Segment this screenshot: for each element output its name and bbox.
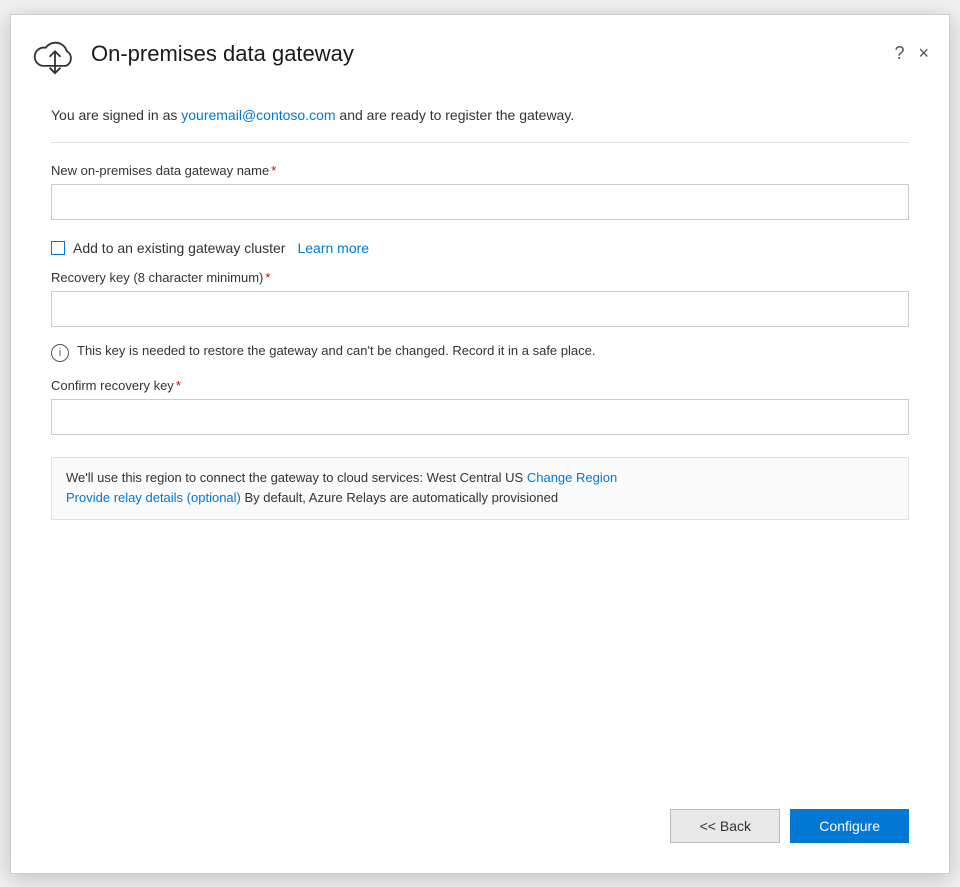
gateway-name-label: New on-premises data gateway name* — [51, 163, 909, 178]
title-actions: ? × — [894, 43, 929, 64]
provide-relay-link[interactable]: Provide relay details (optional) — [66, 490, 241, 505]
close-button[interactable]: × — [918, 43, 929, 64]
gateway-name-group: New on-premises data gateway name* — [51, 163, 909, 220]
region-box: We'll use this region to connect the gat… — [51, 457, 909, 521]
relay-suffix: By default, Azure Relays are automatical… — [241, 490, 558, 505]
change-region-link[interactable]: Change Region — [527, 470, 617, 485]
learn-more-link[interactable]: Learn more — [297, 240, 369, 256]
title-bar: On-premises data gateway ? × — [11, 15, 949, 85]
checkbox-row: Add to an existing gateway cluster Learn… — [51, 240, 909, 256]
content: You are signed in as youremail@contoso.c… — [11, 85, 949, 789]
recovery-key-input[interactable] — [51, 291, 909, 327]
confirm-key-label: Confirm recovery key* — [51, 378, 909, 393]
recovery-key-label: Recovery key (8 character minimum)* — [51, 270, 909, 285]
region-text: We'll use this region to connect the gat… — [66, 470, 527, 485]
signed-in-text: You are signed in as youremail@contoso.c… — [51, 105, 909, 126]
info-text: This key is needed to restore the gatewa… — [77, 343, 595, 358]
confirm-key-input[interactable] — [51, 399, 909, 435]
signed-in-suffix: and are ready to register the gateway. — [336, 107, 575, 123]
configure-button[interactable]: Configure — [790, 809, 909, 843]
back-button[interactable]: << Back — [670, 809, 780, 843]
section-divider — [51, 142, 909, 143]
gateway-name-input[interactable] — [51, 184, 909, 220]
title-left: On-premises data gateway — [31, 33, 354, 75]
signed-in-prefix: You are signed in as — [51, 107, 181, 123]
dialog-title: On-premises data gateway — [91, 41, 354, 67]
info-icon: i — [51, 344, 69, 362]
help-button[interactable]: ? — [894, 43, 904, 64]
cloud-gateway-icon — [31, 33, 79, 75]
checkbox-label: Add to an existing gateway cluster — [73, 240, 285, 256]
footer: << Back Configure — [11, 789, 949, 873]
info-row: i This key is needed to restore the gate… — [51, 343, 909, 362]
dialog: On-premises data gateway ? × You are sig… — [10, 14, 950, 874]
confirm-key-group: Confirm recovery key* — [51, 378, 909, 435]
recovery-key-group: Recovery key (8 character minimum)* — [51, 270, 909, 327]
existing-cluster-checkbox[interactable] — [51, 241, 65, 255]
signed-in-email[interactable]: youremail@contoso.com — [181, 107, 335, 123]
